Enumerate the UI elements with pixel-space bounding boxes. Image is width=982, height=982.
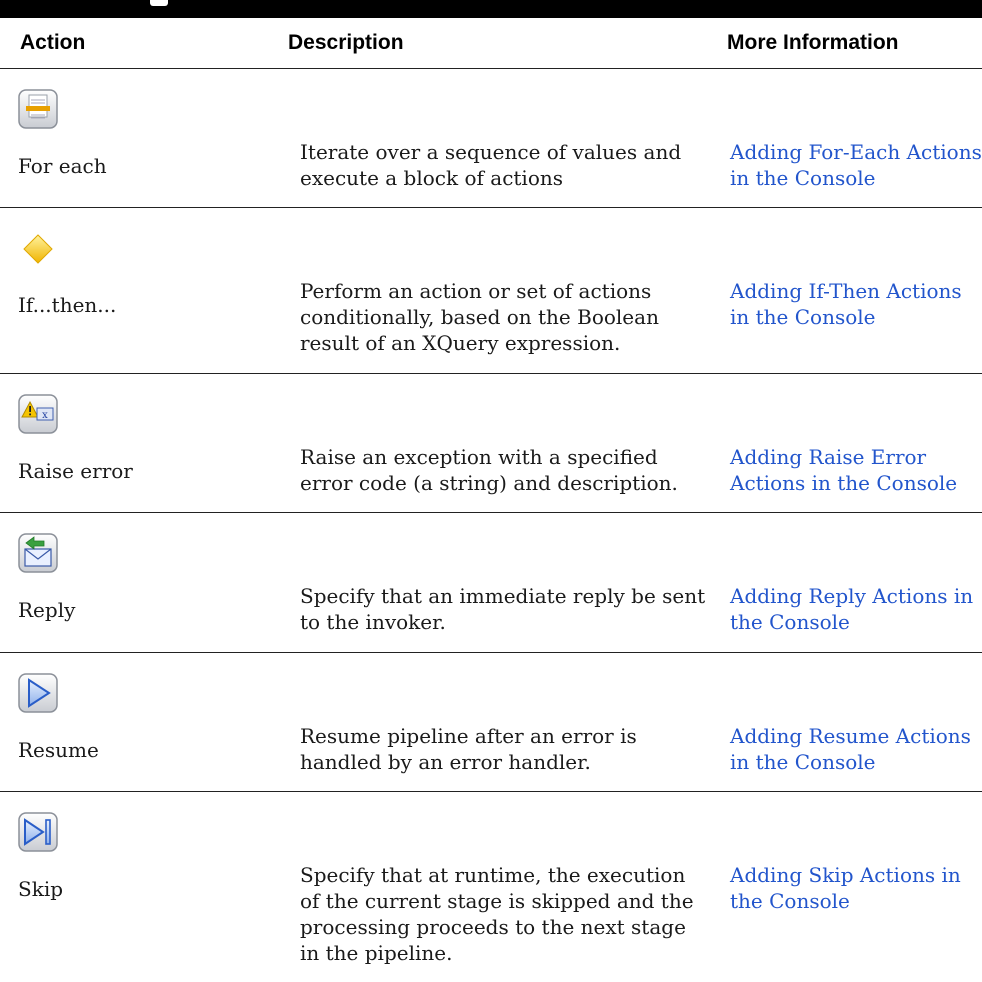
action-name: Raise error xyxy=(18,458,133,484)
description-cell: Specify that at runtime, the execution o… xyxy=(280,792,717,982)
more-information-cell: Adding Raise Error Actions in the Consol… xyxy=(717,374,982,513)
action-name: For each xyxy=(18,153,107,179)
more-information-cell: Adding Skip Actions in the Console xyxy=(717,792,982,982)
more-information-link[interactable]: Adding Reply Actions in the Console xyxy=(730,584,973,634)
more-information-link[interactable]: Adding Resume Actions in the Console xyxy=(730,724,971,774)
description-text: Iterate over a sequence of values and ex… xyxy=(280,69,717,191)
description-cell: Iterate over a sequence of values and ex… xyxy=(280,69,717,208)
top-header-bar xyxy=(0,0,982,18)
description-cell: Perform an action or set of actions cond… xyxy=(280,208,717,374)
table-row: x Raise error Raise an exception with a … xyxy=(0,374,982,513)
reply-icon xyxy=(18,533,60,575)
table-header-row: Action Description More Information xyxy=(0,18,982,69)
description-text: Specify that at runtime, the execution o… xyxy=(280,792,717,966)
action-cell: Reply xyxy=(0,513,280,653)
skip-icon xyxy=(18,812,60,854)
table-row: Reply Specify that an immediate reply be… xyxy=(0,513,982,653)
table-row: If...then... Perform an action or set of… xyxy=(0,208,982,374)
more-information-cell: Adding Reply Actions in the Console xyxy=(717,513,982,653)
more-information-link[interactable]: Adding For-Each Actions in the Console xyxy=(730,140,982,190)
more-information-link[interactable]: Adding Skip Actions in the Console xyxy=(730,863,961,913)
table-row: Skip Specify that at runtime, the execut… xyxy=(0,792,982,982)
description-cell: Specify that an immediate reply be sent … xyxy=(280,513,717,653)
more-information-cell: Adding For-Each Actions in the Console xyxy=(717,69,982,208)
table-row: Resume Resume pipeline after an error is… xyxy=(0,653,982,792)
more-information-cell: Adding If-Then Actions in the Console xyxy=(717,208,982,374)
more-information-link[interactable]: Adding Raise Error Actions in the Consol… xyxy=(730,445,957,495)
description-text: Resume pipeline after an error is handle… xyxy=(280,653,717,775)
action-cell: x Raise error xyxy=(0,374,280,513)
for-each-icon xyxy=(18,89,60,131)
column-header-more-information: More Information xyxy=(717,18,982,69)
actions-table: Action Description More Information xyxy=(0,18,982,982)
more-information-cell: Adding Resume Actions in the Console xyxy=(717,653,982,792)
action-cell: Skip xyxy=(0,792,280,982)
resume-icon xyxy=(18,673,60,715)
description-text: Raise an exception with a specified erro… xyxy=(280,374,717,496)
caption-fragment xyxy=(150,0,168,6)
action-name: Skip xyxy=(18,876,63,902)
table-row: For each Iterate over a sequence of valu… xyxy=(0,69,982,208)
svg-text:x: x xyxy=(42,410,48,421)
column-header-description: Description xyxy=(280,18,717,69)
action-cell: If...then... xyxy=(0,208,280,374)
if-then-icon xyxy=(18,230,60,272)
action-name: Reply xyxy=(18,597,75,623)
description-text: Perform an action or set of actions cond… xyxy=(280,208,717,356)
more-information-link[interactable]: Adding If-Then Actions in the Console xyxy=(730,279,962,329)
description-cell: Raise an exception with a specified erro… xyxy=(280,374,717,513)
raise-error-icon: x xyxy=(18,394,60,436)
action-name: If...then... xyxy=(18,292,116,318)
column-header-action: Action xyxy=(0,18,280,69)
description-cell: Resume pipeline after an error is handle… xyxy=(280,653,717,792)
action-cell: Resume xyxy=(0,653,280,792)
description-text: Specify that an immediate reply be sent … xyxy=(280,513,717,635)
action-name: Resume xyxy=(18,737,99,763)
action-cell: For each xyxy=(0,69,280,208)
